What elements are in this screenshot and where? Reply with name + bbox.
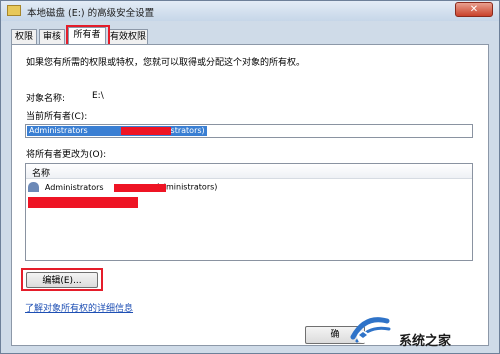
watermark-text: 系统之家 [399, 334, 452, 349]
watermark-logo [345, 307, 395, 347]
current-owner-value-prefix: Administrators [29, 126, 88, 135]
learn-ownership-link[interactable]: 了解对象所有权的详细信息 [25, 301, 133, 314]
tab-auditing[interactable]: 审核 [39, 29, 65, 44]
redaction-bar [121, 127, 171, 135]
redaction-bar [114, 184, 166, 192]
title-bar[interactable]: 本地磁盘 (E:) 的高级安全设置 ✕ [1, 1, 499, 21]
intro-text: 如果您有所需的权限或特权，您就可以取得或分配这个对象的所有权。 [26, 58, 306, 68]
current-owner-label: 当前所有者(C): [26, 112, 88, 122]
list-header: 名称 [26, 164, 472, 179]
edit-button-highlight [21, 268, 103, 291]
list-item[interactable]: Administrators Administrators) [28, 182, 468, 196]
change-owner-label: 将所有者更改为(O): [26, 150, 107, 160]
advanced-security-window: 本地磁盘 (E:) 的高级安全设置 ✕ 权限 审核 所有者 有效权限 如果您有所… [0, 0, 500, 354]
current-owner-value: Administrators (Administrators) [27, 126, 207, 136]
column-name-header[interactable]: 名称 [32, 166, 50, 179]
new-owner-list[interactable]: 名称 Administrators Administrators) [25, 163, 473, 261]
list-item-name-prefix: Administrators [44, 182, 104, 192]
tab-permissions[interactable]: 权限 [11, 29, 37, 44]
current-owner-field[interactable]: Administrators (Administrators) [25, 124, 473, 138]
close-button[interactable]: ✕ [455, 2, 493, 17]
redaction-bar [28, 197, 138, 208]
window-title: 本地磁盘 (E:) 的高级安全设置 [27, 8, 155, 19]
tab-effective-permissions[interactable]: 有效权限 [108, 29, 148, 44]
user-group-icon [28, 182, 39, 192]
object-name-value: E:\ [92, 91, 104, 101]
object-name-label: 对象名称: [26, 94, 66, 104]
folder-icon [7, 5, 21, 16]
